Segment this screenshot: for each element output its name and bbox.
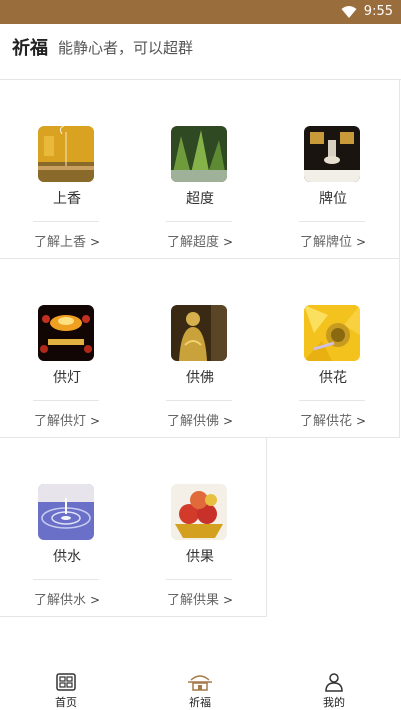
grid-item-water[interactable]: 供水 了解供水 >: [0, 438, 134, 617]
wifi-icon: [341, 6, 357, 18]
learn-more-link[interactable]: 了解供果 >: [133, 589, 267, 608]
chevron-right-icon: >: [222, 593, 234, 607]
item-name: 牌位: [319, 191, 347, 207]
tab-label: 首页: [55, 696, 77, 709]
learn-more-label: 了解供水: [33, 593, 86, 608]
chevron-right-icon: >: [89, 414, 101, 428]
learn-more-label: 了解供花: [299, 414, 352, 429]
home-grid-icon: [56, 673, 76, 691]
divider: [166, 400, 232, 401]
tab-me[interactable]: 我的: [294, 672, 374, 710]
divider: [299, 400, 365, 401]
incense-image: [38, 126, 94, 182]
learn-more-link[interactable]: 了解供水 >: [0, 589, 134, 608]
tab-home[interactable]: 首页: [26, 672, 106, 710]
item-name: 超度: [186, 191, 214, 207]
learn-more-label: 了解供灯: [33, 414, 86, 429]
divider: [33, 221, 99, 222]
status-bar: 9:55: [0, 0, 401, 24]
user-icon: [325, 673, 343, 692]
item-name: 供果: [186, 549, 214, 565]
status-time: 9:55: [363, 4, 393, 19]
learn-more-link[interactable]: 了解供灯 >: [0, 410, 134, 429]
tab-pray[interactable]: 祈福: [160, 672, 240, 710]
learn-more-label: 了解牌位: [299, 235, 352, 250]
tab-label: 我的: [323, 696, 345, 709]
page-subtitle: 能静心者，可以超群: [58, 39, 194, 57]
tablet-image: [304, 126, 360, 182]
lamp-image: [38, 305, 94, 361]
grid-item-flower[interactable]: 供花 了解供花 >: [266, 259, 400, 438]
item-name: 供灯: [53, 370, 81, 386]
page-header: 祈福 能静心者，可以超群: [0, 24, 401, 80]
temple-icon: [188, 675, 212, 691]
grid-item-incense[interactable]: 上香 了解上香 >: [0, 80, 134, 259]
learn-more-label: 了解超度: [166, 235, 219, 250]
learn-more-link[interactable]: 了解供花 >: [266, 410, 400, 429]
chevron-right-icon: >: [355, 414, 367, 428]
divider: [33, 400, 99, 401]
chevron-right-icon: >: [355, 235, 367, 249]
page-title: 祈福: [12, 38, 48, 59]
learn-more-link[interactable]: 了解超度 >: [133, 231, 267, 250]
learn-more-label: 了解上香: [33, 235, 86, 250]
grid-item-tablet[interactable]: 牌位 了解牌位 >: [266, 80, 400, 259]
divider: [33, 579, 99, 580]
grid-item-chaodu[interactable]: 超度 了解超度 >: [133, 80, 267, 259]
chevron-right-icon: >: [89, 593, 101, 607]
divider: [299, 221, 365, 222]
flower-image: [304, 305, 360, 361]
learn-more-link[interactable]: 了解上香 >: [0, 231, 134, 250]
item-name: 供水: [53, 549, 81, 565]
item-name: 供花: [319, 370, 347, 386]
grid-item-buddha[interactable]: 供佛 了解供佛 >: [133, 259, 267, 438]
chevron-right-icon: >: [89, 235, 101, 249]
divider: [166, 221, 232, 222]
learn-more-label: 了解供佛: [166, 414, 219, 429]
tab-label: 祈福: [189, 696, 211, 709]
chaodu-image: [171, 126, 227, 182]
divider: [166, 579, 232, 580]
learn-more-link[interactable]: 了解牌位 >: [266, 231, 400, 250]
bottom-tab-bar: 首页 祈福 我的: [0, 664, 401, 710]
chevron-right-icon: >: [222, 414, 234, 428]
learn-more-label: 了解供果: [166, 593, 219, 608]
fruit-image: [171, 484, 227, 540]
item-name: 上香: [53, 191, 81, 207]
item-name: 供佛: [186, 370, 214, 386]
grid-item-fruit[interactable]: 供果 了解供果 >: [133, 438, 267, 617]
buddha-image: [171, 305, 227, 361]
learn-more-link[interactable]: 了解供佛 >: [133, 410, 267, 429]
chevron-right-icon: >: [222, 235, 234, 249]
water-image: [38, 484, 94, 540]
grid-item-lamp[interactable]: 供灯 了解供灯 >: [0, 259, 134, 438]
